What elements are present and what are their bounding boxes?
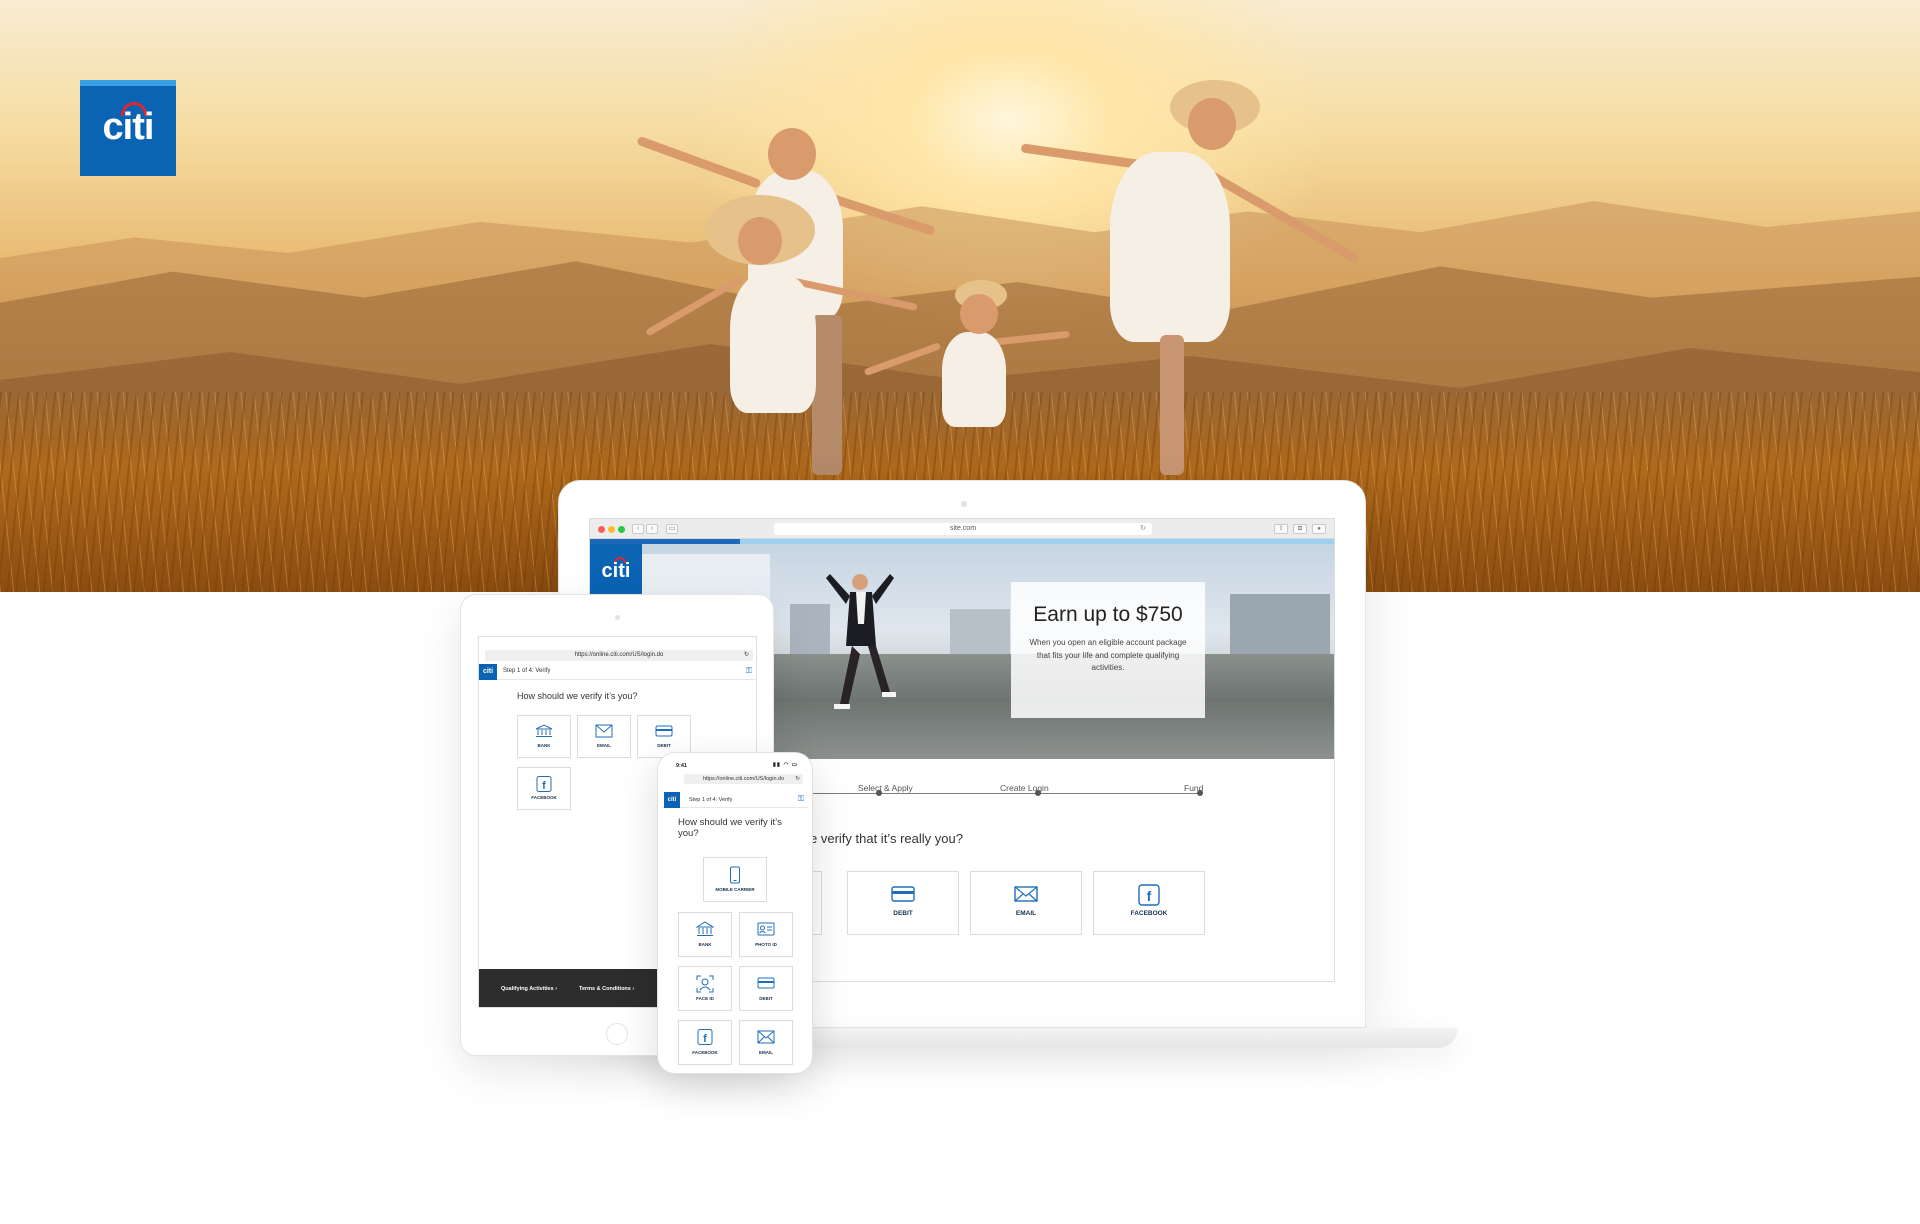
- terms-conditions-link[interactable]: Terms & Conditions ›: [579, 986, 634, 992]
- verify-option-debit[interactable]: DEBIT: [739, 966, 793, 1011]
- phone-screen: 9:41 ▮▮ ◠ ▭ https://online.citi.com/US/l…: [662, 762, 808, 1066]
- step-indicator: Step 1 of 4: Verify: [503, 668, 551, 674]
- signal-battery-icon: ▮▮ ◠ ▭: [772, 762, 798, 768]
- sidebar-toggle-button[interactable]: ▭: [666, 524, 678, 534]
- svg-text:f: f: [542, 780, 546, 792]
- verify-option-facebook[interactable]: f FACEBOOK: [517, 767, 571, 810]
- person-girl: [644, 195, 918, 455]
- citi-logo-text: citi: [102, 106, 155, 148]
- step-select-apply: Select & Apply: [858, 783, 913, 793]
- verify-option-debit[interactable]: DEBIT: [847, 871, 959, 935]
- credit-card-icon: [655, 724, 673, 738]
- forward-button[interactable]: ›: [646, 524, 658, 534]
- verify-option-mobile-carrier[interactable]: MOBILE CARRIER: [703, 857, 767, 902]
- promo-headline: Earn up to $750: [1033, 603, 1183, 626]
- reload-icon[interactable]: ↻: [795, 774, 800, 784]
- phone-clock: 9:41: [676, 763, 688, 769]
- tablet-status-bar: [479, 637, 756, 645]
- citi-logo-small[interactable]: citi: [590, 544, 642, 596]
- extensions-icon[interactable]: ●: [1312, 524, 1326, 534]
- envelope-icon: [1014, 884, 1038, 904]
- laptop-camera: [961, 501, 967, 507]
- citi-logo-small[interactable]: citi: [664, 792, 680, 808]
- citi-logo-small[interactable]: citi: [479, 664, 497, 680]
- verify-question: How should we verify it’s you?: [678, 817, 782, 839]
- verify-option-bank[interactable]: BANK: [517, 715, 571, 758]
- verify-question: e verify that it’s really you?: [810, 831, 963, 846]
- verify-option-photo-id[interactable]: PHOTO ID: [739, 912, 793, 957]
- address-bar[interactable]: site.com ↻: [774, 523, 1152, 535]
- facebook-icon: f: [1137, 884, 1161, 906]
- tabs-icon[interactable]: ⧉: [1293, 524, 1307, 534]
- verify-option-email[interactable]: EMAIL: [739, 1020, 793, 1065]
- reload-icon[interactable]: ↻: [744, 650, 749, 661]
- verify-option-facebook[interactable]: f FACEBOOK: [1093, 871, 1205, 935]
- phone-address-bar[interactable]: https://online.citi.com/US/login.do ↻: [684, 774, 803, 784]
- reload-icon[interactable]: ↻: [1140, 523, 1146, 535]
- envelope-icon: [757, 1029, 775, 1045]
- verify-option-facebook[interactable]: f FACEBOOK: [678, 1020, 732, 1065]
- phone-status-bar: 9:41 ▮▮ ◠ ▭: [662, 762, 808, 771]
- citi-logo: citi: [80, 80, 176, 176]
- promo-card: Earn up to $750 When you open an eligibl…: [1011, 582, 1205, 718]
- facebook-icon: f: [696, 1029, 714, 1045]
- tablet-header: citi Step 1 of 4: Verify ⚿: [479, 664, 756, 680]
- verify-option-face-id[interactable]: FACE ID: [678, 966, 732, 1011]
- phone-header: citi Step 1 of 4: Verify ⚿: [662, 792, 808, 808]
- tablet-home-button: [606, 1023, 628, 1045]
- qualifying-activities-link[interactable]: Qualifying Activities ›: [501, 986, 557, 992]
- tablet-camera: [615, 615, 620, 620]
- step-dot-2: [1035, 790, 1041, 796]
- tablet-address-bar[interactable]: https://online.citi.com/US/login.do ↻: [485, 650, 753, 661]
- maximize-window-button[interactable]: [618, 526, 625, 533]
- bank-icon: [535, 724, 553, 738]
- promo-body: When you open an eligible account packag…: [1029, 638, 1187, 672]
- facebook-icon: f: [535, 776, 553, 792]
- browser-toolbar: ‹ › ▭ site.com ↻ ⇪ ⧉ ●: [590, 519, 1334, 539]
- lock-icon: ⚿: [745, 666, 752, 675]
- person-mother: [1010, 80, 1370, 480]
- svg-text:f: f: [703, 1033, 707, 1045]
- verify-option-email[interactable]: EMAIL: [970, 871, 1082, 935]
- lock-icon: ⚿: [797, 794, 804, 803]
- verify-option-bank[interactable]: BANK: [678, 912, 732, 957]
- share-icon[interactable]: ⇪: [1274, 524, 1288, 534]
- back-button[interactable]: ‹: [632, 524, 644, 534]
- step-dot-3: [1197, 790, 1203, 796]
- credit-card-icon: [757, 975, 775, 991]
- jumping-man-photo: [826, 574, 896, 709]
- step-indicator: Step 1 of 4: Verify: [689, 797, 733, 803]
- credit-card-icon: [891, 884, 915, 904]
- address-bar-url: site.com: [949, 525, 977, 532]
- svg-text:f: f: [1147, 888, 1152, 904]
- face-id-icon: [696, 975, 714, 993]
- close-window-button[interactable]: [598, 526, 605, 533]
- mobile-phone-icon: [726, 866, 744, 884]
- minimize-window-button[interactable]: [608, 526, 615, 533]
- progress-line: [780, 793, 1200, 794]
- id-card-icon: [757, 921, 775, 937]
- step-dot-1: [876, 790, 882, 796]
- envelope-icon: [595, 724, 613, 738]
- verify-option-email[interactable]: EMAIL: [577, 715, 631, 758]
- bank-icon: [696, 921, 714, 937]
- verify-question: How should we verify it’s you?: [517, 691, 638, 701]
- step-create-login: Create Login: [1000, 783, 1049, 793]
